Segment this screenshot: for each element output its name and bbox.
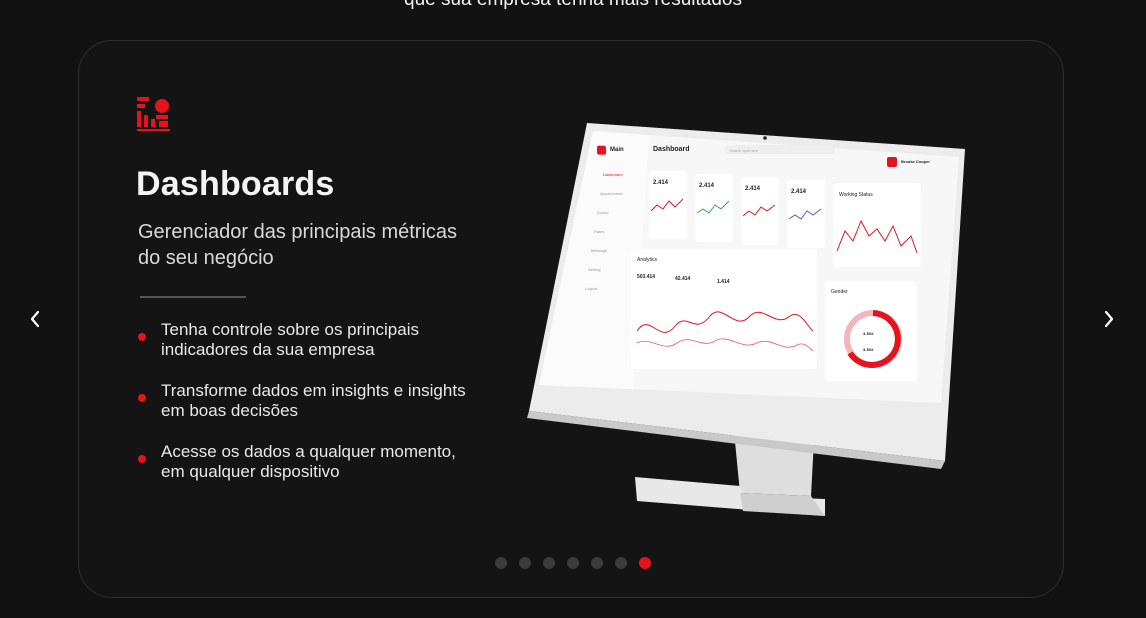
svg-text:42.414: 42.414 [675, 276, 691, 282]
bullet-dot [138, 333, 146, 341]
carousel-next-button[interactable] [1095, 305, 1123, 333]
feature-bullet-list: Tenha controle sobre os principais indic… [138, 320, 478, 503]
svg-text:Gender: Gender [831, 289, 848, 295]
bullet-item: Acesse os dados a qualquer momento, em q… [138, 442, 478, 482]
carousel-dot[interactable] [615, 557, 627, 569]
feature-slide-card: Dashboards Gerenciador das principais mé… [78, 40, 1064, 598]
svg-text:2.414: 2.414 [653, 180, 669, 186]
carousel-dot[interactable] [495, 557, 507, 569]
svg-text:Working Status: Working Status [839, 192, 873, 198]
carousel-dot[interactable] [591, 557, 603, 569]
carousel-dot[interactable] [519, 557, 531, 569]
bullet-dot [138, 394, 146, 402]
svg-text:Brooke Cooper: Brooke Cooper [901, 159, 930, 164]
mockup-brand: Main [610, 147, 624, 153]
svg-text:Logout: Logout [585, 286, 598, 291]
svg-text:Rates: Rates [594, 229, 604, 234]
svg-text:Dashboard: Dashboard [603, 172, 623, 177]
carousel-dot[interactable] [543, 557, 555, 569]
svg-text:3.354: 3.354 [863, 347, 874, 352]
chevron-right-icon [1104, 310, 1114, 328]
svg-text:503.414: 503.414 [637, 274, 655, 280]
bullet-item: Transforme dados em insights e insights … [138, 381, 478, 421]
svg-text:1.414: 1.414 [717, 279, 730, 285]
svg-text:3.354: 3.354 [863, 331, 874, 336]
svg-text:2.414: 2.414 [745, 186, 761, 192]
svg-text:Doctor: Doctor [597, 210, 609, 215]
svg-text:Dashboard: Dashboard [653, 146, 690, 153]
carousel-dot[interactable] [639, 557, 651, 569]
chevron-left-icon [30, 310, 40, 328]
dashboard-chart-icon [137, 97, 170, 131]
svg-text:2.414: 2.414 [791, 189, 807, 195]
carousel-prev-button[interactable] [21, 305, 49, 333]
svg-text:Appointment: Appointment [600, 191, 623, 196]
dashboard-monitor-mockup: Main Dashboard Appointment Doctor Rates … [527, 123, 965, 516]
divider [140, 296, 246, 298]
section-subtitle: que sua empresa tenha mais resultados [0, 0, 1146, 12]
svg-text:Search input here: Search input here [730, 149, 758, 153]
bullet-dot [138, 455, 146, 463]
feature-title: Dashboards [136, 165, 335, 203]
svg-text:Message: Message [591, 248, 608, 253]
carousel-pagination [0, 557, 1146, 569]
svg-text:Analytics: Analytics [637, 257, 658, 263]
bullet-item: Tenha controle sobre os principais indic… [138, 320, 478, 360]
carousel-dot[interactable] [567, 557, 579, 569]
svg-text:Setting: Setting [588, 267, 600, 272]
feature-description: Gerenciador das principais métricas do s… [138, 221, 458, 269]
svg-text:2.414: 2.414 [699, 183, 715, 189]
